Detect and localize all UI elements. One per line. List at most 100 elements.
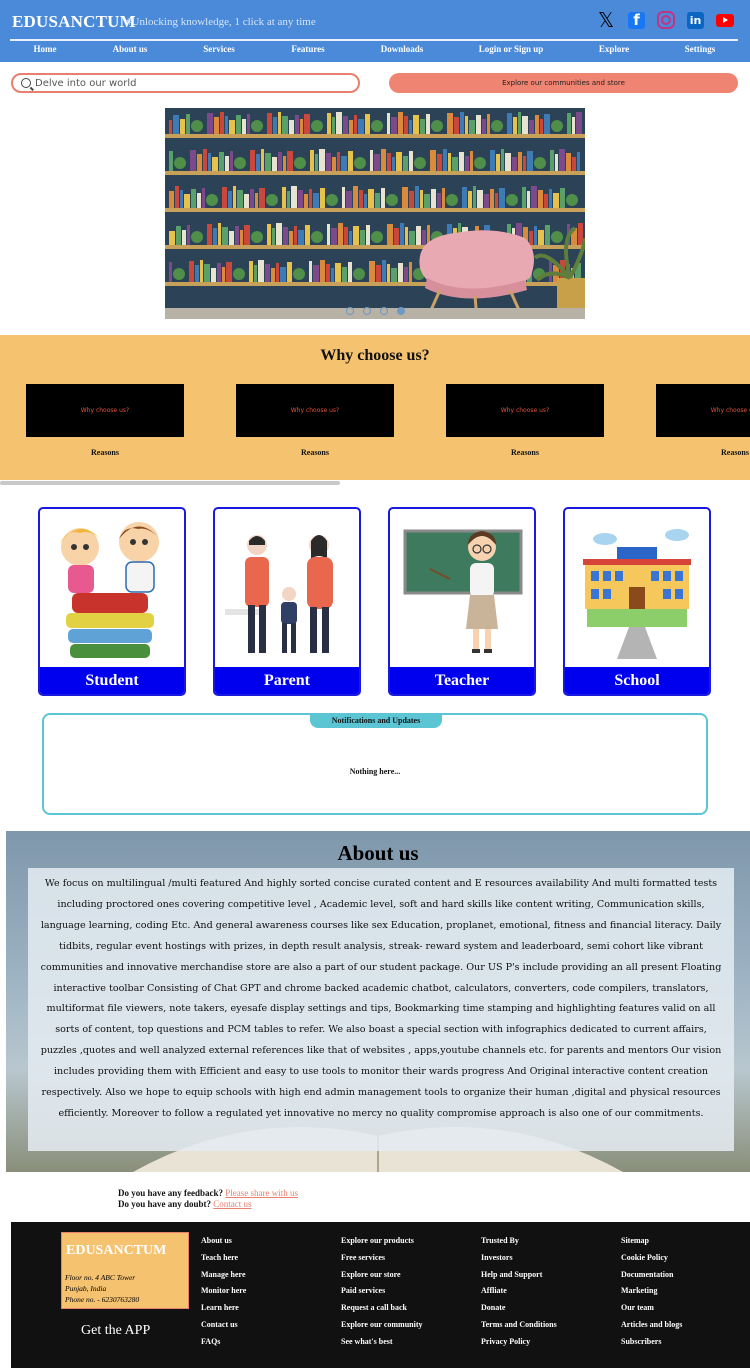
feedback-block: Do you have any feedback? Please share w… (118, 1188, 298, 1210)
footer-link[interactable]: Investors (481, 1253, 557, 1270)
footer-link[interactable]: Explore our community (341, 1320, 422, 1337)
contact-us-link[interactable]: Contact us (213, 1199, 251, 1209)
bookshelf-image (165, 108, 585, 319)
about-body: We focus on multilingual /multi featured… (40, 878, 722, 1119)
nav-settings[interactable]: Settings (685, 44, 716, 54)
nav-about-us[interactable]: About us (113, 44, 148, 54)
footer-link[interactable]: Learn here (201, 1303, 246, 1320)
share-feedback-link[interactable]: Please share with us (225, 1188, 298, 1198)
why-card[interactable]: Why choose us? (656, 384, 750, 437)
footer-link[interactable]: Contact us (201, 1320, 246, 1337)
why-card-caption: Reasons (300, 448, 329, 457)
role-label: School (565, 667, 709, 694)
footer-link[interactable]: See what's best (341, 1337, 422, 1354)
address-line: Floor no. 4 ABC Tower (65, 1273, 136, 1282)
footer-link[interactable]: Monitor here (201, 1286, 246, 1303)
nav-login[interactable]: Login or Sign up (479, 44, 544, 54)
linkedin-icon[interactable]: in (687, 11, 704, 29)
notifications-tab[interactable]: Notifications and Updates (310, 713, 442, 728)
footer-link[interactable]: FAQs (201, 1337, 246, 1354)
why-card-caption: Reasons (510, 448, 539, 457)
footer-link[interactable]: Documentation (621, 1270, 682, 1287)
footer-link[interactable]: Privacy Policy (481, 1337, 557, 1354)
about-title: About us (337, 841, 419, 865)
carousel-dot[interactable] (379, 307, 388, 315)
carousel-dot-active[interactable] (396, 307, 405, 315)
footer-link[interactable]: Terms and Conditions (481, 1320, 557, 1337)
feedback-question: Do you have any feedback? (118, 1188, 224, 1198)
main-nav: Home About us Services Features Download… (0, 44, 750, 60)
brand-logo[interactable]: EDUSANCTUM (12, 12, 136, 32)
why-card[interactable]: Why choose us? (446, 384, 604, 437)
section-title: Why choose us? (320, 347, 430, 364)
footer-link[interactable]: Explore our store (341, 1270, 422, 1287)
why-card[interactable]: Why choose us? (236, 384, 394, 437)
why-choose-us-section: Why choose us? Why choose us? Reasons Wh… (0, 335, 750, 480)
teacher-illustration (403, 529, 523, 653)
get-app-link[interactable]: Get the APP (81, 1323, 150, 1339)
why-card-caption: Reasons (720, 448, 749, 457)
doubt-question: Do you have any doubt? (118, 1199, 212, 1209)
role-card-school[interactable]: School (563, 507, 711, 696)
footer-link[interactable]: Trusted By (481, 1236, 557, 1253)
parent-illustration (225, 535, 333, 653)
search-input[interactable] (35, 77, 355, 89)
nav-home[interactable]: Home (34, 44, 57, 54)
role-card-parent[interactable]: Parent (213, 507, 361, 696)
why-card[interactable]: Why choose us? (26, 384, 184, 437)
horizontal-scrollbar[interactable] (0, 481, 340, 485)
instagram-icon[interactable] (657, 11, 675, 29)
footer-link[interactable]: Subscribers (621, 1337, 682, 1354)
footer-link[interactable]: Affliate (481, 1286, 557, 1303)
role-label: Teacher (390, 667, 534, 694)
role-label: Parent (215, 667, 359, 694)
role-label: Student (40, 667, 184, 694)
footer-column: About us Teach here Manage here Monitor … (201, 1236, 246, 1354)
footer-column: Sitemap Cookie Policy Documentation Mark… (621, 1236, 682, 1354)
search-icon (21, 78, 31, 88)
footer-link[interactable]: Teach here (201, 1253, 246, 1270)
footer-link[interactable]: Request a call back (341, 1303, 422, 1320)
footer-column: Trusted By Investors Help and Support Af… (481, 1236, 557, 1354)
footer-brand: EDUSANCTUM (66, 1243, 167, 1258)
x-icon[interactable]: 𝕏 (596, 8, 616, 32)
footer-link[interactable]: Cookie Policy (621, 1253, 682, 1270)
footer-link[interactable]: Our team (621, 1303, 682, 1320)
social-links: 𝕏 f in (596, 8, 734, 32)
empty-state-text: Nothing here... (349, 767, 401, 776)
footer-link[interactable]: Free services (341, 1253, 422, 1270)
footer-link[interactable]: Manage here (201, 1270, 246, 1287)
footer-link[interactable]: Paid services (341, 1286, 422, 1303)
about-section: About us We focus on multilingual /multi… (6, 831, 750, 1172)
role-card-student[interactable]: Student (38, 507, 186, 696)
student-illustration (60, 522, 159, 658)
footer-link[interactable]: Explore our products (341, 1236, 422, 1253)
carousel-dot[interactable] (345, 307, 354, 315)
school-illustration (583, 529, 691, 659)
search-bar[interactable] (11, 73, 360, 93)
footer-link[interactable]: Sitemap (621, 1236, 682, 1253)
carousel-dots (165, 307, 585, 315)
nav-services[interactable]: Services (203, 44, 235, 54)
footer-link[interactable]: Help and Support (481, 1270, 557, 1287)
explore-communities-button[interactable]: Explore our communities and store (389, 73, 738, 93)
phone-line: Phone no. - 6230763280 (65, 1295, 140, 1304)
site-footer: EDUSANCTUM Floor no. 4 ABC Tower Punjab,… (11, 1222, 750, 1368)
carousel-dot[interactable] (362, 307, 371, 315)
footer-link[interactable]: Marketing (621, 1286, 682, 1303)
hero-carousel[interactable] (165, 108, 585, 319)
facebook-icon[interactable]: f (628, 11, 645, 29)
nav-divider (10, 39, 738, 41)
role-card-teacher[interactable]: Teacher (388, 507, 536, 696)
tagline: #Unlocking knowledge, 1 click at any tim… (126, 16, 316, 28)
footer-link[interactable]: About us (201, 1236, 246, 1253)
nav-downloads[interactable]: Downloads (381, 44, 424, 54)
nav-features[interactable]: Features (291, 44, 324, 54)
footer-column: Explore our products Free services Explo… (341, 1236, 422, 1354)
footer-link[interactable]: Donate (481, 1303, 557, 1320)
nav-explore[interactable]: Explore (599, 44, 629, 54)
youtube-icon[interactable] (716, 13, 734, 27)
footer-brand-box: EDUSANCTUM Floor no. 4 ABC Tower Punjab,… (61, 1232, 189, 1309)
notifications-panel: Notifications and Updates Nothing here..… (42, 713, 708, 815)
footer-link[interactable]: Articles and blogs (621, 1320, 682, 1337)
